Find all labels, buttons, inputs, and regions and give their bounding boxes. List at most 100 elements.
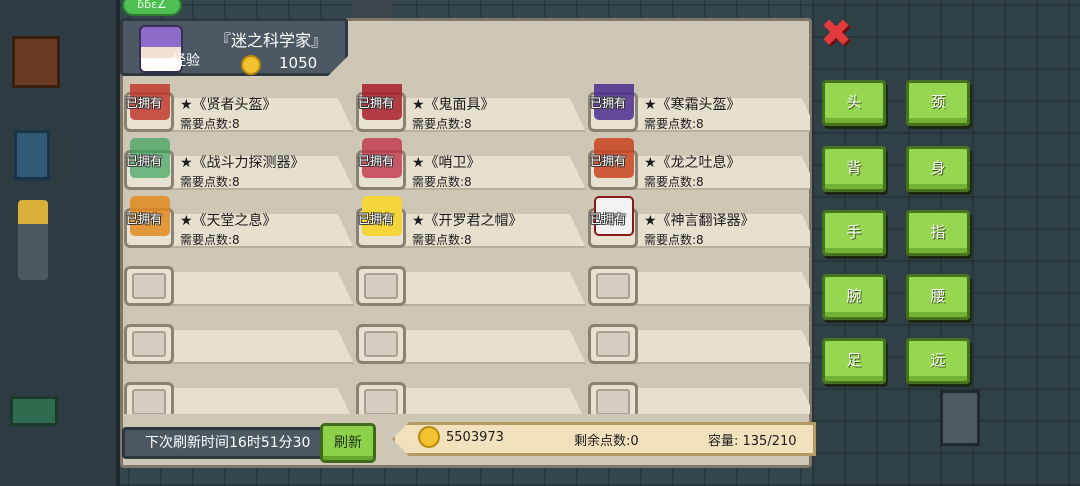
item-slot [356,266,406,306]
item-strip [382,272,586,306]
item-strip [382,388,586,414]
item-grid: 已拥有 ★《贤者头盔》 需要点数:8 已拥有 ★《鬼面具》 需要点数:8 已拥有… [124,84,810,414]
item-name: ★《鬼面具》 [412,97,495,113]
capacity: 容量: 135/210 [708,434,797,449]
slot-wrist-button[interactable]: 腕 [822,274,886,320]
item-slot-inner [364,389,398,414]
item-cost: 需要点数:8 [412,175,472,189]
item-slot-inner [132,273,166,299]
item-slot-inner [132,331,166,357]
item-cost: 需要点数:8 [644,117,704,131]
slot-foot-button[interactable]: 足 [822,338,886,384]
owned-label: 已拥有 [590,96,627,110]
item-cost: 需要点数:8 [644,233,704,247]
item-card[interactable]: 已拥有 ★《寒霜头盔》 需要点数:8 [588,84,810,134]
coin-icon [241,55,261,75]
slot-body-button[interactable]: 身 [906,146,970,192]
item-card[interactable]: 已拥有 ★《鬼面具》 需要点数:8 [356,84,586,134]
slot-ranged-button[interactable]: 远 [906,338,970,384]
item-slot-inner [596,273,630,299]
close-icon[interactable]: ✖ [818,14,854,52]
item-card[interactable]: 已拥有 ★《战斗力探测器》 需要点数:8 [124,138,354,192]
owned-label: 已拥有 [358,154,395,168]
empty-item-slot[interactable] [124,374,354,414]
furniture-chair [14,130,50,180]
owned-label: 已拥有 [126,154,163,168]
item-name: ★《天堂之息》 [180,213,277,229]
empty-item-slot[interactable] [124,316,354,366]
item-name: ★《寒霜头盔》 [644,97,741,113]
slot-back-button[interactable]: 背 [822,146,886,192]
furniture-top-item [352,0,392,18]
profile-notch [328,56,348,76]
item-card[interactable]: 已拥有 ★《龙之吐息》 需要点数:8 [588,138,810,192]
item-slot [124,324,174,364]
item-card[interactable]: 已拥有 ★《贤者头盔》 需要点数:8 [124,84,354,134]
room-left-wall [0,0,120,486]
item-card[interactable]: 已拥有 ★《开罗君之帽》 需要点数:8 [356,196,586,250]
item-slot [588,382,638,414]
empty-item-slot[interactable] [356,258,586,308]
item-strip [382,330,586,364]
item-slot-inner [364,273,398,299]
item-strip [614,272,810,306]
item-cost: 需要点数:8 [412,117,472,131]
item-cost: 需要点数:8 [412,233,472,247]
remaining-points: 剩余点数:0 [574,434,639,449]
refresh-timer: 下次刷新时间16时51分30 [122,427,326,459]
item-slot-inner [596,389,630,414]
item-slot [124,266,174,306]
item-slot-inner [596,331,630,357]
item-slot [356,382,406,414]
slot-hand-button[interactable]: 手 [822,210,886,256]
player-profile: 『迷之科学家』 1050 [120,18,348,76]
player-exp-label: 经验 [172,53,200,69]
owned-label: 已拥有 [126,96,163,110]
item-cost: 需要点数:8 [180,175,240,189]
slot-neck-button[interactable]: 颈 [906,80,970,126]
furniture-console [10,396,58,426]
empty-item-slot[interactable] [588,258,810,308]
item-slot [588,266,638,306]
slot-head-button[interactable]: 头 [822,80,886,126]
furniture-machine [940,390,980,446]
item-strip [150,330,354,364]
empty-item-slot[interactable] [356,374,586,414]
item-name: ★《龙之吐息》 [644,155,741,171]
item-name: ★《神言翻译器》 [644,213,755,229]
item-cost: 需要点数:8 [180,233,240,247]
item-card[interactable]: 已拥有 ★《哨卫》 需要点数:8 [356,138,586,192]
empty-item-slot[interactable] [124,258,354,308]
item-card[interactable]: 已拥有 ★《天堂之息》 需要点数:8 [124,196,354,250]
slot-waist-button[interactable]: 腰 [906,274,970,320]
coin-icon [418,426,440,448]
item-slot-inner [132,389,166,414]
item-strip [150,272,354,306]
empty-item-slot[interactable] [356,316,586,366]
item-slot-inner [364,331,398,357]
player-name: 『迷之科学家』 [215,31,328,50]
item-cost: 需要点数:8 [644,175,704,189]
item-name: ★《哨卫》 [412,155,481,171]
item-slot [588,324,638,364]
owned-label: 已拥有 [358,96,395,110]
item-strip [614,330,810,364]
total-coins: 5503973 [446,430,504,445]
item-strip [150,388,354,414]
player-coins: 1050 [279,54,318,72]
item-name: ★《战斗力探测器》 [180,155,305,171]
owned-label: 已拥有 [126,212,163,226]
item-name: ★《贤者头盔》 [180,97,277,113]
empty-item-slot[interactable] [588,374,810,414]
item-slot [124,382,174,414]
owned-label: 已拥有 [590,212,627,226]
refresh-button[interactable]: 刷新 [320,423,376,463]
item-strip [614,388,810,414]
empty-item-slot[interactable] [588,316,810,366]
slot-finger-button[interactable]: 指 [906,210,970,256]
item-slot [356,324,406,364]
item-name: ★《开罗君之帽》 [412,213,523,229]
owned-label: 已拥有 [358,212,395,226]
item-card[interactable]: 已拥有 ★《神言翻译器》 需要点数:8 [588,196,810,250]
item-cost: 需要点数:8 [180,117,240,131]
